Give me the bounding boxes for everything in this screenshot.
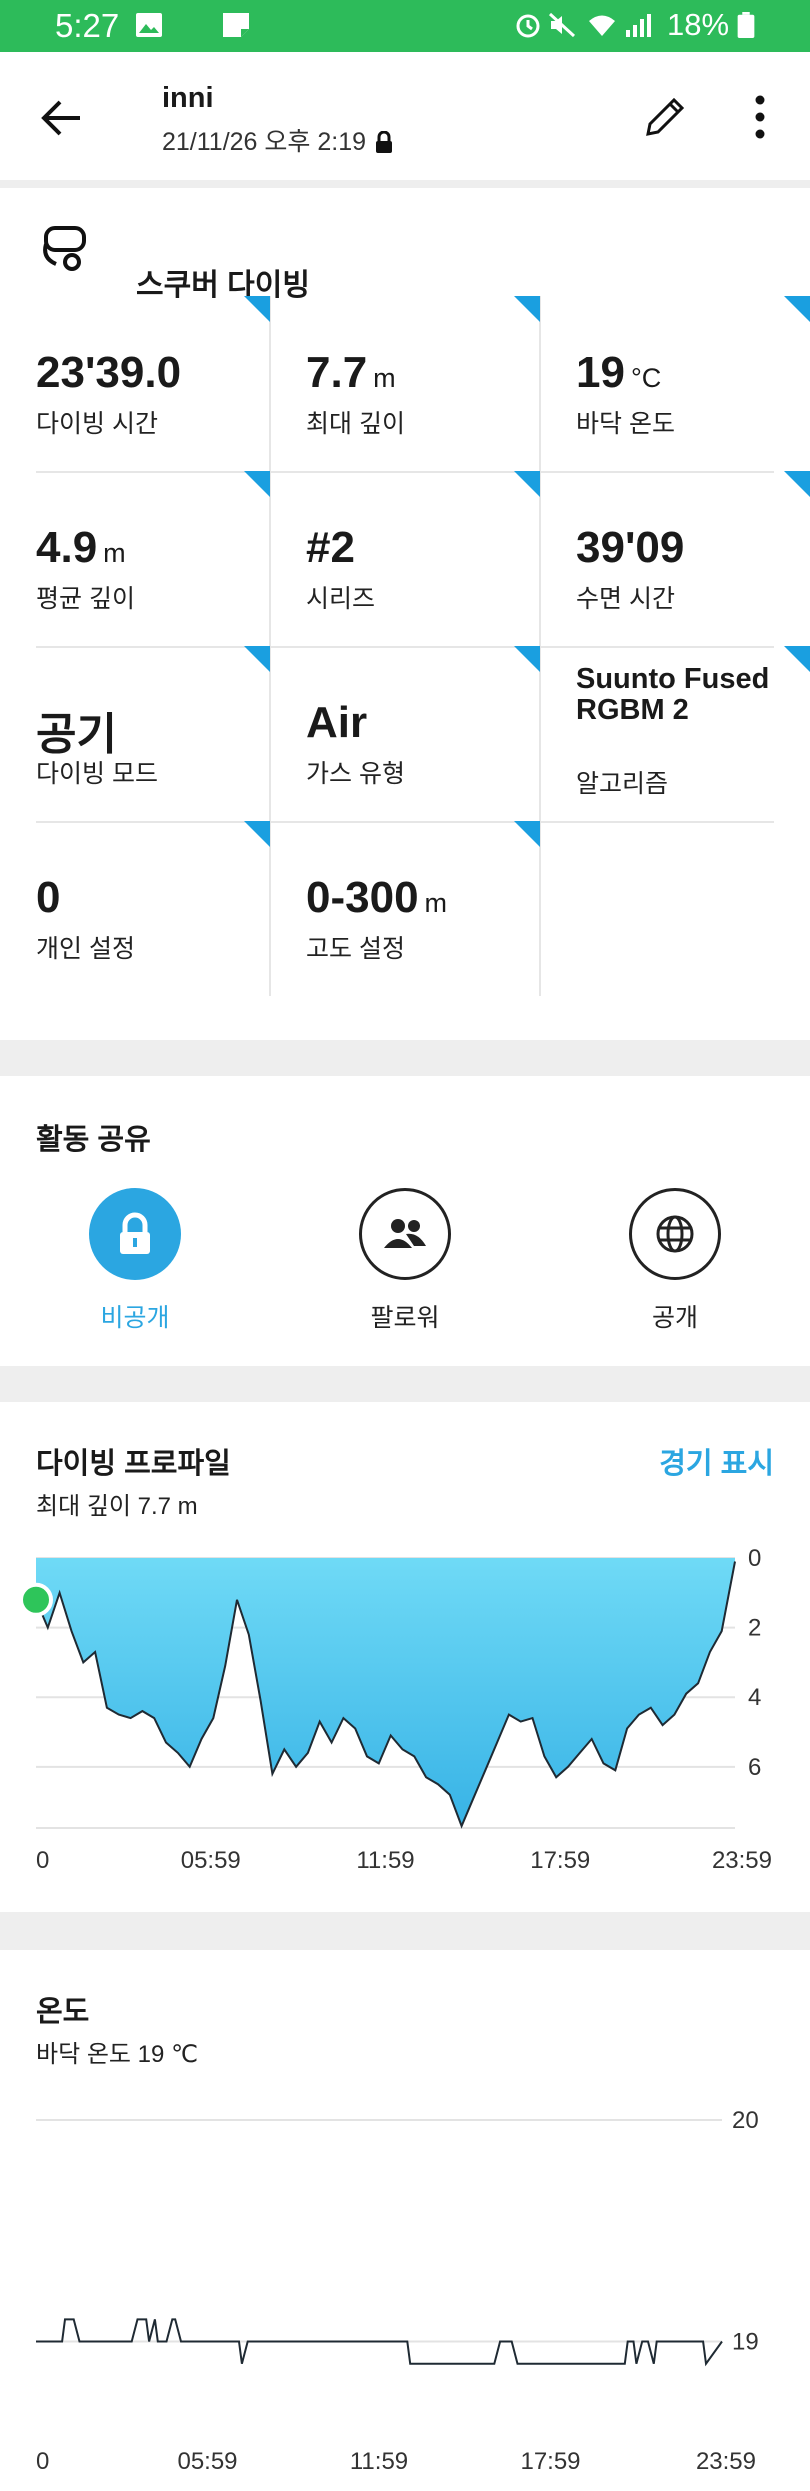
x-tick-label: 11:59 xyxy=(356,1847,414,1874)
show-competition-link[interactable]: 경기 표시 xyxy=(659,1440,774,1482)
stat-dive-time[interactable]: 23'39.0 다이빙 시간 xyxy=(36,296,270,471)
activity-datetime: 21/11/26 오후 2:19 xyxy=(162,128,367,156)
alarm-icon xyxy=(516,14,540,38)
stat-max-depth[interactable]: 7.7 m 최대 깊이 xyxy=(306,296,540,471)
stat-gas-type[interactable]: Air 가스 유형 xyxy=(306,646,540,821)
y-tick-label: 20 xyxy=(732,2107,759,2134)
x-tick-label: 17:59 xyxy=(530,1847,590,1874)
lock-icon xyxy=(120,1212,150,1254)
battery-percent: 18% xyxy=(667,7,730,42)
stat-altitude-setting[interactable]: 0-300 m 고도 설정 xyxy=(306,821,540,996)
page-title: inni xyxy=(162,82,214,114)
status-time: 5:27 xyxy=(55,7,120,44)
globe-icon xyxy=(656,1215,694,1253)
profile-subtitle: 최대 깊이 7.7 m xyxy=(36,1493,198,1520)
page-subtitle: 21/11/26 오후 2:19 xyxy=(162,122,394,158)
edit-pencil-icon[interactable] xyxy=(640,90,692,142)
y-tick-label: 6 xyxy=(748,1754,761,1781)
app-bar: inni 21/11/26 오후 2:19 xyxy=(0,52,810,180)
x-tick-label: 0 xyxy=(36,1847,49,1874)
x-tick-label: 17:59 xyxy=(520,2448,580,2475)
x-tick-label: 0 xyxy=(36,2448,49,2475)
note-icon xyxy=(223,13,249,37)
stat-avg-depth[interactable]: 4.9 m 평균 깊이 xyxy=(36,471,270,646)
depth-area xyxy=(36,1558,735,1826)
temperature-subtitle: 바닥 온도 19 ℃ xyxy=(36,2041,198,2068)
back-arrow-icon[interactable] xyxy=(40,96,84,140)
x-tick-label: 05:59 xyxy=(177,2448,237,2475)
stat-algorithm[interactable]: Suunto Fused RGBM 2 알고리즘 xyxy=(576,646,810,821)
dive-profile-card: 다이빙 프로파일 경기 표시 최대 깊이 7.7 m 0 2 4 6 0 05:59 11:… xyxy=(0,1402,810,1912)
dive-profile-chart[interactable]: 0 2 4 6 0 05:59 11:59 17:59 23:59 xyxy=(0,1520,810,1900)
x-tick-label: 11:59 xyxy=(350,2448,408,2475)
share-option-private[interactable]: 비공개 xyxy=(55,1188,215,1334)
stat-series[interactable]: #2 시리즈 xyxy=(306,471,540,646)
more-options-icon[interactable] xyxy=(746,92,774,142)
share-option-public[interactable]: 공개 xyxy=(595,1188,755,1334)
gallery-icon xyxy=(136,13,162,37)
stat-dive-mode[interactable]: 공기 다이빙 모드 xyxy=(36,646,270,821)
stat-personal-setting[interactable]: 0 개인 설정 xyxy=(36,821,270,996)
scuba-mask-icon xyxy=(43,226,86,271)
battery-icon xyxy=(737,12,755,38)
y-tick-label: 4 xyxy=(748,1684,761,1711)
lock-icon xyxy=(376,131,393,153)
x-tick-label: 23:59 xyxy=(712,1847,772,1874)
wifi-icon xyxy=(589,15,615,36)
x-tick-label: 23:59 xyxy=(696,2448,756,2475)
y-tick-label: 0 xyxy=(748,1545,761,1572)
y-tick-label: 2 xyxy=(748,1615,761,1642)
followers-icon xyxy=(384,1219,426,1248)
start-marker xyxy=(19,1582,53,1617)
mute-icon xyxy=(548,12,576,38)
x-tick-label: 05:59 xyxy=(181,1847,241,1874)
share-heading: 활동 공유 xyxy=(36,1124,151,1156)
temperature-heading: 온도 xyxy=(36,1996,90,2028)
temperature-card: 온도 바닥 온도 19 ℃ 20 19 0 05:59 11:59 17:59 23:59 xyxy=(0,1950,810,2491)
status-bar: 5:27 18% xyxy=(0,0,810,52)
temperature-chart[interactable]: 20 19 0 05:59 11:59 17:59 23:59 xyxy=(0,2080,810,2490)
dive-summary-card: 스쿠버 다이빙 23'39.0 다이빙 시간 7.7 m 최대 깊이 19 °C 바닥 온… xyxy=(0,188,810,1040)
stat-bottom-temp[interactable]: 19 °C 바닥 온도 xyxy=(576,296,810,471)
signal-icon xyxy=(626,14,651,37)
share-option-followers[interactable]: 팔로워 xyxy=(325,1188,485,1334)
y-tick-label: 19 xyxy=(732,2329,759,2356)
stat-surface-time[interactable]: 39'09 수면 시간 xyxy=(576,471,810,646)
activity-share-card: 활동 공유 비공개 팔로워 공개 xyxy=(0,1076,810,1366)
profile-heading: 다이빙 프로파일 xyxy=(36,1448,231,1480)
